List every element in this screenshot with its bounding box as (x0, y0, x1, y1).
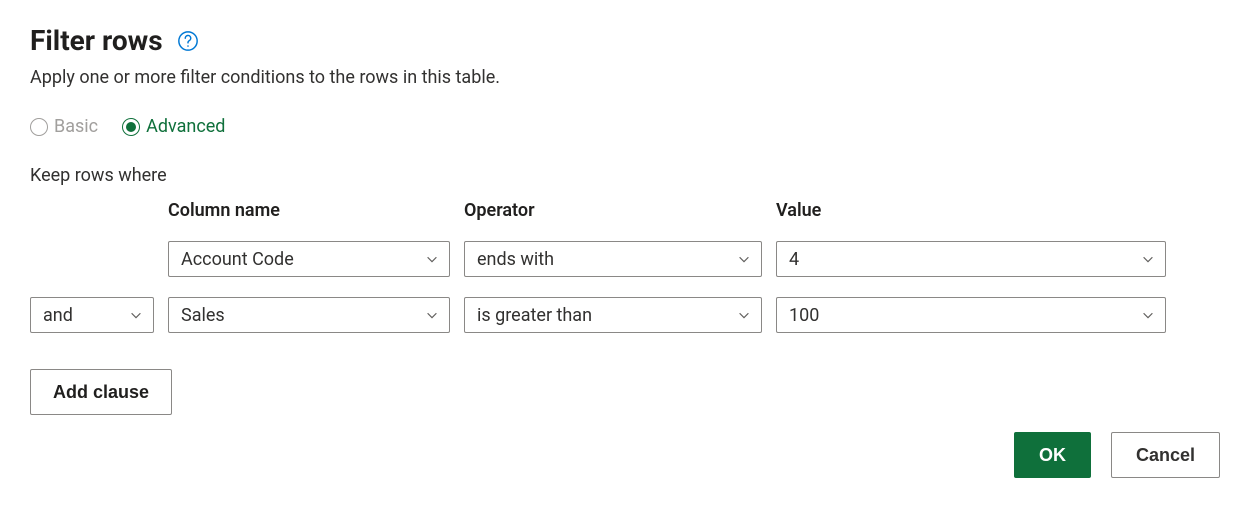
chevron-down-icon (737, 308, 751, 322)
filter-grid: Column name Operator Value Account Code … (30, 200, 1220, 333)
header-value: Value (776, 200, 1166, 221)
header-operator: Operator (464, 200, 762, 221)
value-select[interactable]: 100 (776, 297, 1166, 333)
operator-select[interactable]: is greater than (464, 297, 762, 333)
column-select-value: Account Code (181, 249, 294, 270)
conjunction-select-value: and (43, 305, 73, 326)
title-row: Filter rows (30, 24, 1220, 57)
column-select[interactable]: Sales (168, 297, 450, 333)
add-clause-button[interactable]: Add clause (30, 369, 172, 415)
mode-radio-advanced[interactable]: Advanced (122, 116, 225, 137)
chevron-down-icon (737, 252, 751, 266)
filter-rows-dialog: Filter rows Apply one or more filter con… (0, 0, 1250, 508)
chevron-down-icon (129, 308, 143, 322)
dialog-title: Filter rows (30, 24, 163, 57)
operator-select-value: is greater than (477, 305, 592, 326)
value-select-value: 100 (789, 305, 819, 326)
value-select-value: 4 (789, 249, 799, 270)
radio-icon (122, 118, 140, 136)
keep-rows-label: Keep rows where (30, 165, 1220, 186)
radio-label-advanced: Advanced (146, 116, 225, 137)
cancel-button[interactable]: Cancel (1111, 432, 1220, 478)
help-icon[interactable] (177, 30, 199, 52)
chevron-down-icon (425, 308, 439, 322)
dialog-subtitle: Apply one or more filter conditions to t… (30, 67, 1220, 88)
chevron-down-icon (425, 252, 439, 266)
chevron-down-icon (1141, 308, 1155, 322)
conjunction-select[interactable]: and (30, 297, 154, 333)
operator-select[interactable]: ends with (464, 241, 762, 277)
column-select-value: Sales (181, 305, 225, 326)
value-select[interactable]: 4 (776, 241, 1166, 277)
operator-select-value: ends with (477, 249, 554, 270)
radio-label-basic: Basic (54, 116, 98, 137)
chevron-down-icon (1141, 252, 1155, 266)
column-select[interactable]: Account Code (168, 241, 450, 277)
mode-radio-group: Basic Advanced (30, 116, 1220, 137)
header-column: Column name (168, 200, 450, 221)
radio-icon (30, 118, 48, 136)
mode-radio-basic[interactable]: Basic (30, 116, 98, 137)
ok-button[interactable]: OK (1014, 432, 1091, 478)
footer-buttons: OK Cancel (1014, 432, 1220, 478)
